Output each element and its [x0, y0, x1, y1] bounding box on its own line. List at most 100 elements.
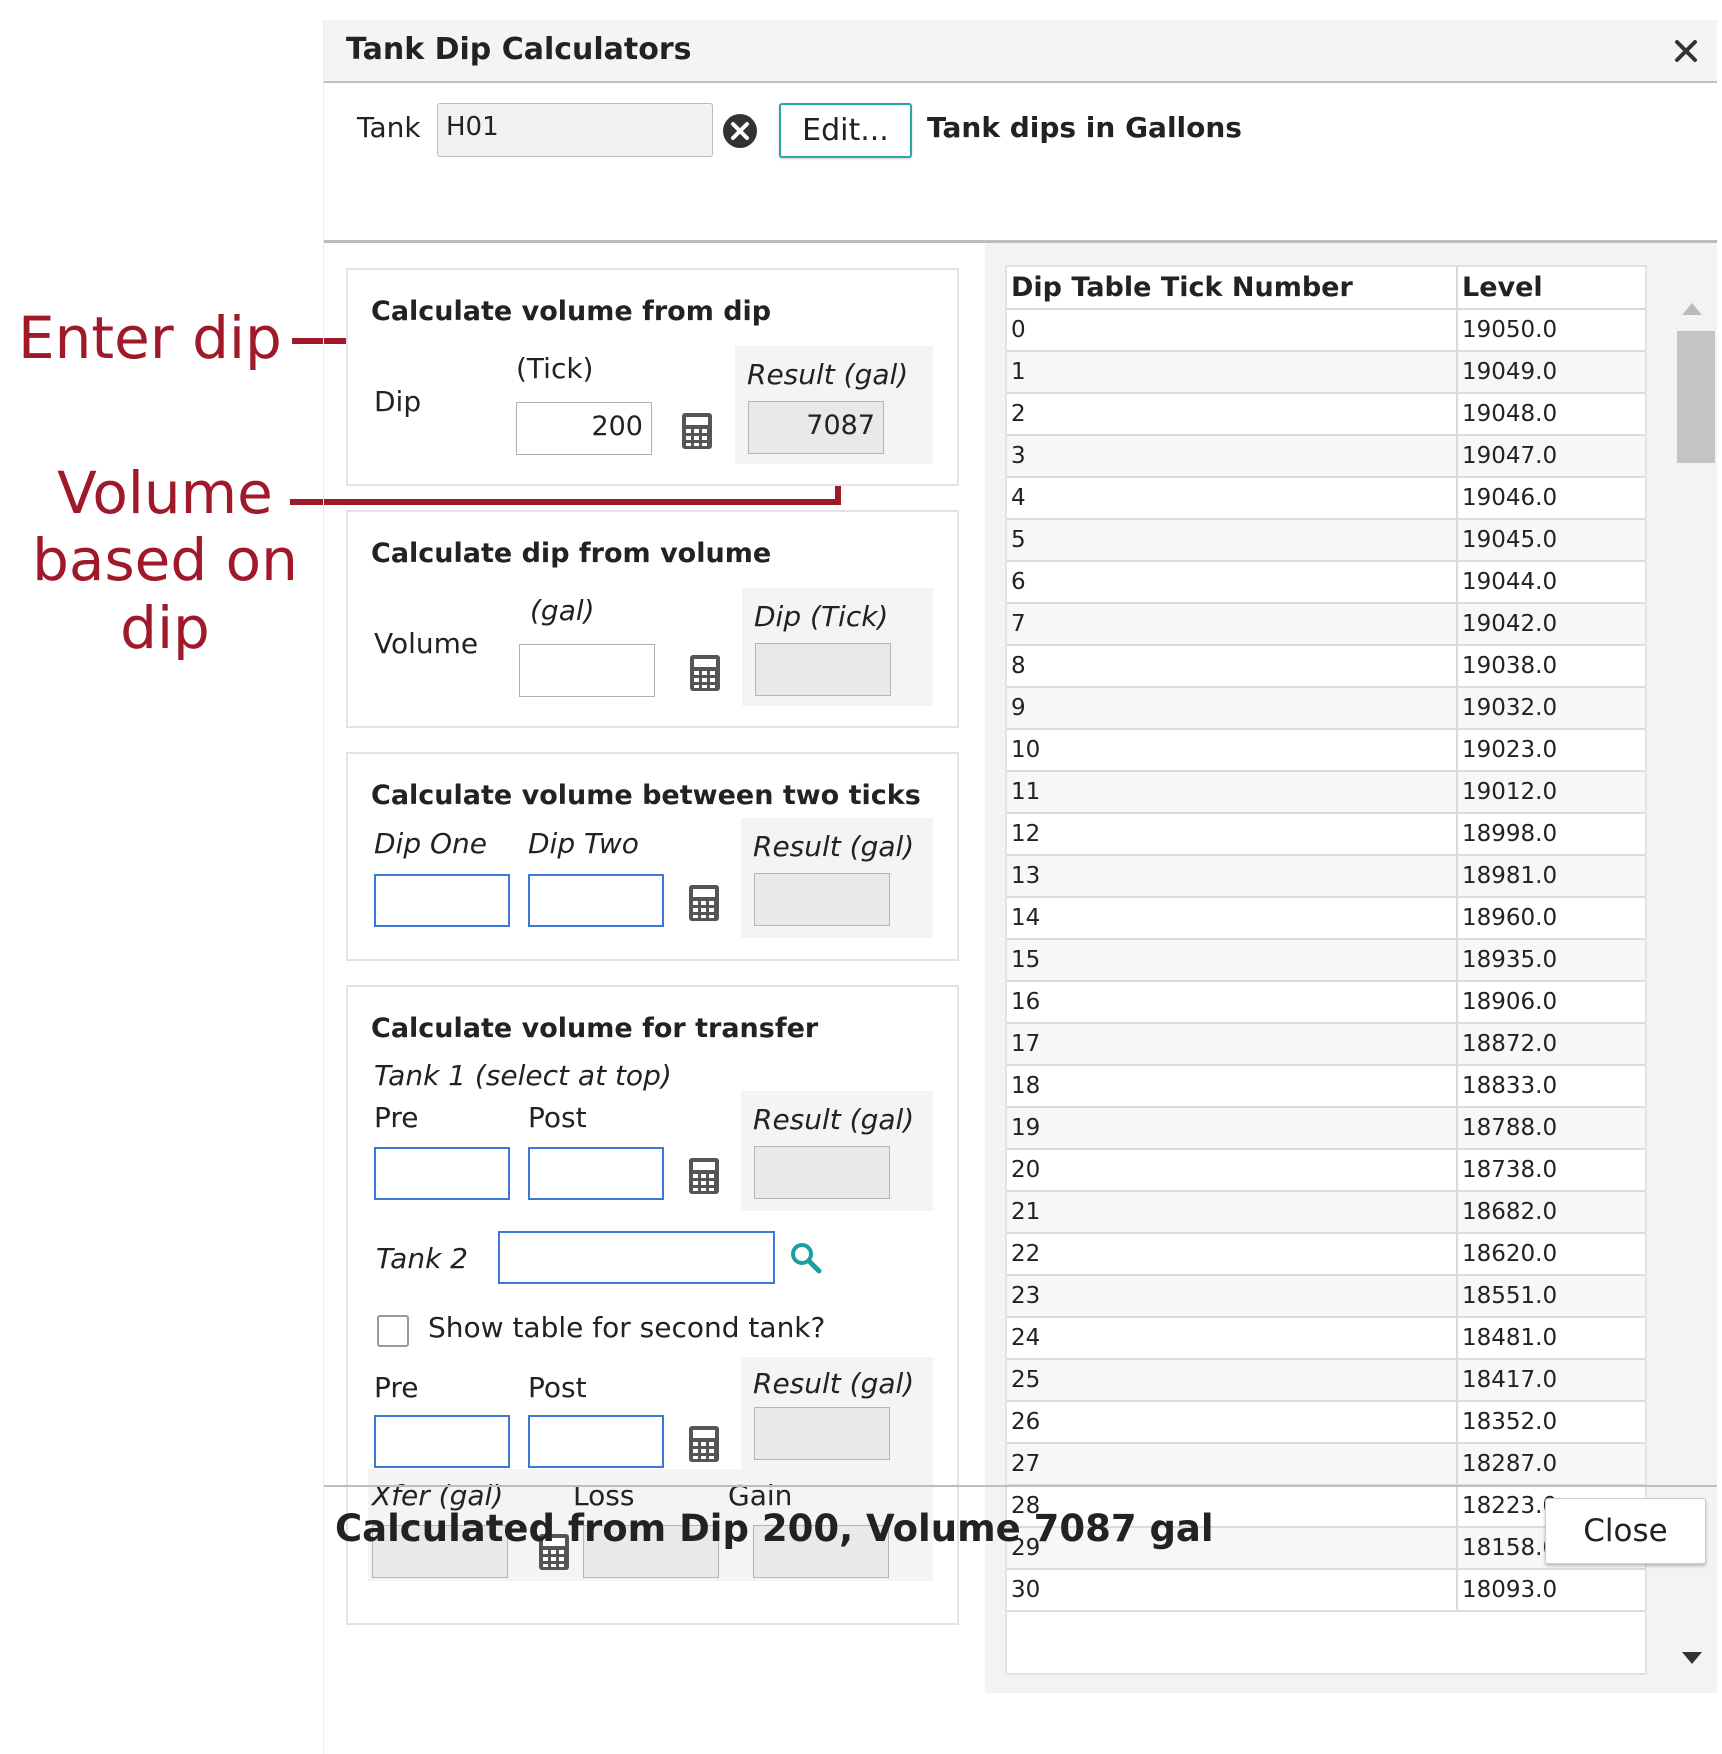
table-row[interactable]: 16 18906.0	[1007, 981, 1645, 1024]
dip-two-input[interactable]	[528, 874, 664, 927]
table-row[interactable]: 22 18620.0	[1007, 1233, 1645, 1276]
table-row[interactable]: 19 18788.0	[1007, 1107, 1645, 1150]
tick-cell: 14	[1007, 897, 1458, 940]
level-cell: 19032.0	[1457, 687, 1645, 730]
table-row[interactable]: 24 18481.0	[1007, 1317, 1645, 1360]
scrollbar-thumb[interactable]	[1677, 331, 1715, 463]
tank-dip-dialog: Tank Dip Calculators Tank H01 Edit... Ta…	[323, 20, 1717, 1754]
tick-cell: 19	[1007, 1107, 1458, 1150]
tick-cell: 16	[1007, 981, 1458, 1024]
scroll-up-icon[interactable]	[1682, 303, 1702, 315]
pre-label: Pre	[374, 1371, 419, 1404]
calculator-icon[interactable]	[688, 884, 720, 922]
level-cell: 18287.0	[1457, 1443, 1645, 1486]
tank2-input[interactable]	[498, 1231, 775, 1284]
dip-table[interactable]: Dip Table Tick Number Level 0 19050.0 1 190…	[1005, 265, 1647, 1675]
calculator-icon[interactable]	[688, 1425, 720, 1463]
level-cell: 18352.0	[1457, 1401, 1645, 1444]
result-area: Dip (Tick)	[742, 588, 933, 706]
level-cell: 18738.0	[1457, 1149, 1645, 1192]
table-row[interactable]: 2 19048.0	[1007, 393, 1645, 436]
dip-one-input[interactable]	[374, 874, 510, 927]
edit-button[interactable]: Edit...	[779, 103, 912, 158]
level-cell: 18833.0	[1457, 1065, 1645, 1108]
table-row[interactable]: 15 18935.0	[1007, 939, 1645, 982]
table-row[interactable]: 9 19032.0	[1007, 687, 1645, 730]
level-cell: 18551.0	[1457, 1275, 1645, 1318]
level-cell: 18960.0	[1457, 897, 1645, 940]
scroll-down-icon[interactable]	[1682, 1652, 1702, 1664]
result-field	[754, 1146, 890, 1199]
panel-dip-from-volume: Calculate dip from volume Volume (gal) D…	[346, 510, 959, 728]
dip-input[interactable]: 200	[516, 402, 652, 455]
level-cell: 18788.0	[1457, 1107, 1645, 1150]
tick-cell: 1	[1007, 351, 1458, 394]
tick-cell: 4	[1007, 477, 1458, 520]
annotation-volume-based: Volume based on dip	[32, 459, 298, 662]
table-row[interactable]: 0 19050.0	[1007, 309, 1645, 352]
table-row[interactable]: 14 18960.0	[1007, 897, 1645, 940]
table-row[interactable]: 20 18738.0	[1007, 1149, 1645, 1192]
tick-unit-label: (Tick)	[516, 352, 594, 385]
tick-cell: 15	[1007, 939, 1458, 982]
table-row[interactable]: 25 18417.0	[1007, 1359, 1645, 1402]
level-cell: 19049.0	[1457, 351, 1645, 394]
table-row[interactable]: 6 19044.0	[1007, 561, 1645, 604]
level-cell: 19047.0	[1457, 435, 1645, 478]
result-area: Result (gal)	[741, 818, 933, 938]
result-field: 7087	[748, 401, 884, 454]
result-label: Result (gal)	[747, 358, 909, 391]
table-row[interactable]: 1 19049.0	[1007, 351, 1645, 394]
tank1-pre-input[interactable]	[374, 1147, 510, 1200]
table-row[interactable]: 3 19047.0	[1007, 435, 1645, 478]
table-row[interactable]: 17 18872.0	[1007, 1023, 1645, 1066]
table-row[interactable]: 23 18551.0	[1007, 1275, 1645, 1318]
level-cell: 19038.0	[1457, 645, 1645, 688]
tick-cell: 3	[1007, 435, 1458, 478]
level-cell: 18620.0	[1457, 1233, 1645, 1276]
tank2-post-input[interactable]	[528, 1415, 664, 1468]
dip-one-label: Dip One	[374, 827, 488, 860]
table-row[interactable]: 10 19023.0	[1007, 729, 1645, 772]
level-cell: 18935.0	[1457, 939, 1645, 982]
tank2-label: Tank 2	[376, 1242, 468, 1275]
calculator-icon[interactable]	[688, 1157, 720, 1195]
panel-volume-between-ticks: Calculate volume between two ticks Dip O…	[346, 752, 959, 961]
table-row[interactable]: 4 19046.0	[1007, 477, 1645, 520]
table-row[interactable]: 8 19038.0	[1007, 645, 1645, 688]
calculator-icon[interactable]	[689, 654, 721, 692]
table-row[interactable]: 18 18833.0	[1007, 1065, 1645, 1108]
volume-input[interactable]	[519, 644, 655, 697]
show-second-table-checkbox[interactable]	[377, 1315, 409, 1347]
result-area: Result (gal)	[741, 1357, 933, 1469]
table-row[interactable]: 13 18981.0	[1007, 855, 1645, 898]
result-label: Result (gal)	[753, 830, 915, 863]
table-scrollbar[interactable]	[1652, 265, 1715, 1675]
column-header-tick[interactable]: Dip Table Tick Number	[1007, 267, 1458, 310]
table-row[interactable]: 11 19012.0	[1007, 771, 1645, 814]
table-row[interactable]: 27 18287.0	[1007, 1443, 1645, 1486]
tank-label: Tank	[357, 111, 421, 144]
table-row[interactable]: 30 18093.0	[1007, 1569, 1645, 1612]
table-row[interactable]: 21 18682.0	[1007, 1191, 1645, 1234]
search-icon[interactable]	[789, 1241, 823, 1275]
table-row[interactable]: 7 19042.0	[1007, 603, 1645, 646]
close-button[interactable]: Close	[1545, 1498, 1706, 1564]
tank-field[interactable]: H01	[437, 103, 713, 157]
panel-volume-from-dip: Calculate volume from dip Dip (Tick) 200…	[346, 268, 959, 486]
column-header-level[interactable]: Level	[1457, 267, 1645, 310]
footer-divider	[324, 1485, 1717, 1487]
table-row[interactable]: 12 18998.0	[1007, 813, 1645, 856]
level-cell: 18998.0	[1457, 813, 1645, 856]
clear-icon[interactable]	[722, 113, 758, 149]
tank2-pre-input[interactable]	[374, 1415, 510, 1468]
result-label: Dip (Tick)	[754, 600, 889, 633]
table-row[interactable]: 5 19045.0	[1007, 519, 1645, 562]
calculator-icon[interactable]	[681, 412, 713, 450]
level-cell: 18682.0	[1457, 1191, 1645, 1234]
tank1-post-input[interactable]	[528, 1147, 664, 1200]
table-row[interactable]: 26 18352.0	[1007, 1401, 1645, 1444]
close-icon[interactable]	[1669, 34, 1703, 68]
result-field	[754, 873, 890, 926]
tick-cell: 13	[1007, 855, 1458, 898]
